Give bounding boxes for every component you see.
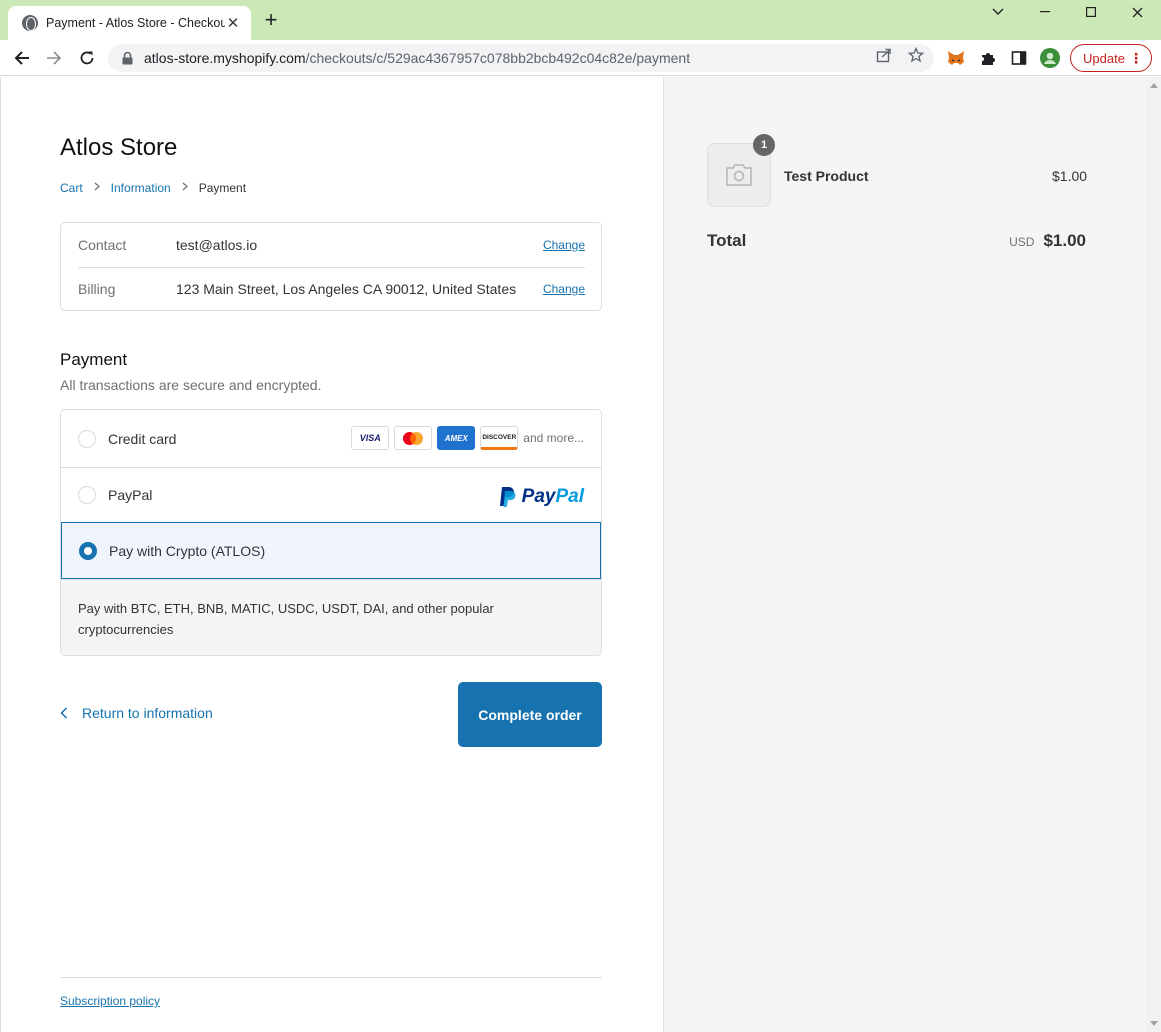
update-label: Update [1083, 50, 1125, 66]
breadcrumb: Cart Information Payment [60, 181, 246, 195]
paypal-p-icon [499, 487, 516, 507]
change-billing-link[interactable]: Change [543, 282, 585, 296]
chrome-update-button[interactable]: Update ⋮ [1070, 44, 1152, 72]
checkout-main: Atlos Store Cart Information Payment Con… [0, 77, 663, 1032]
chevron-left-icon [60, 707, 68, 719]
chevron-right-icon [94, 182, 100, 194]
url-path: /checkouts/c/529ac4367957c078bb2bcb492c0… [305, 50, 691, 66]
close-window-icon[interactable] [1114, 0, 1160, 24]
metamask-fox-icon[interactable] [946, 48, 966, 68]
breadcrumb-information[interactable]: Information [111, 181, 171, 195]
review-row-billing: Billing 123 Main Street, Los Angeles CA … [78, 267, 585, 311]
paypal-radio[interactable] [78, 486, 96, 504]
store-name[interactable]: Atlos Store [60, 134, 177, 162]
forward-arrow-icon[interactable] [40, 44, 68, 72]
page-scrollbar[interactable] [1146, 77, 1161, 1032]
billing-value: 123 Main Street, Los Angeles CA 90012, U… [176, 281, 517, 297]
globe-icon [22, 15, 38, 31]
breadcrumb-payment: Payment [198, 181, 247, 195]
payment-method-crypto[interactable]: Pay with Crypto (ATLOS) [61, 522, 601, 579]
reload-icon[interactable] [73, 44, 101, 72]
paypal-logo: Pay Pal [499, 486, 584, 508]
payment-heading: Payment [60, 350, 128, 369]
billing-label: Billing [78, 281, 116, 297]
url-text: atlos-store.myshopify.com/checkouts/c/52… [144, 50, 690, 66]
review-row-contact: Contact test@atlos.io Change [78, 223, 585, 267]
checkout-page: Atlos Store Cart Information Payment Con… [0, 77, 1161, 1032]
lock-icon[interactable] [120, 51, 134, 65]
minimize-icon[interactable] [1022, 0, 1068, 24]
scroll-up-arrow-icon[interactable] [1150, 83, 1158, 88]
tab-close-icon[interactable]: ✕ [225, 14, 241, 32]
mastercard-logo [394, 426, 433, 450]
chrome-menu-icon[interactable]: ⋮ [1129, 49, 1143, 67]
maximize-icon[interactable] [1068, 0, 1114, 24]
paypal-label: PayPal [108, 487, 153, 503]
contact-label: Contact [78, 237, 127, 253]
total-value: USD $1.00 [994, 231, 1086, 251]
and-more-text: and more... [523, 431, 584, 445]
discover-logo: DISCOVER [480, 426, 519, 450]
star-icon[interactable] [907, 46, 925, 64]
crypto-label: Pay with Crypto (ATLOS) [109, 542, 266, 559]
total-amount: $1.00 [1043, 231, 1086, 250]
footer-divider [60, 977, 602, 978]
visa-logo: VISA [351, 426, 390, 450]
return-to-information-link[interactable]: Return to information [60, 705, 213, 721]
change-contact-link[interactable]: Change [543, 238, 585, 252]
payment-method-credit-card[interactable]: Credit card VISA AMEX DISCOVER and more.… [61, 410, 601, 467]
back-arrow-icon[interactable] [8, 44, 36, 72]
tab-search-chevron-icon[interactable] [975, 0, 1021, 24]
credit-card-label: Credit card [108, 430, 177, 447]
paypal-wordmark-pal: Pal [555, 486, 584, 507]
paypal-wordmark-pay: Pay [521, 486, 556, 507]
amex-logo: AMEX [437, 426, 476, 450]
chevron-right-icon [182, 182, 188, 194]
breadcrumb-cart[interactable]: Cart [60, 181, 83, 195]
url-host: atlos-store.myshopify.com [144, 50, 306, 66]
puzzle-extension-icon[interactable] [978, 48, 998, 68]
address-bar[interactable]: atlos-store.myshopify.com/checkouts/c/52… [108, 44, 934, 72]
tab-title: Payment - Atlos Store - Checkout [46, 16, 225, 30]
share-icon[interactable] [875, 46, 893, 64]
new-tab-button[interactable]: + [259, 8, 283, 32]
product-price: $1.00 [1052, 168, 1088, 184]
card-brands: VISA AMEX DISCOVER and more... [346, 426, 584, 450]
browser-toolbar: atlos-store.myshopify.com/checkouts/c/52… [0, 40, 1161, 76]
return-link-label: Return to information [82, 705, 213, 721]
scroll-down-arrow-icon[interactable] [1150, 1021, 1158, 1026]
total-currency: USD [1009, 235, 1035, 249]
order-summary: 1 Test Product $1.00 Total USD $1.00 [663, 77, 1146, 1032]
browser-tab[interactable]: Payment - Atlos Store - Checkout ✕ [8, 6, 251, 40]
crypto-radio[interactable] [79, 541, 97, 560]
credit-card-radio[interactable] [78, 429, 96, 448]
payment-method-paypal[interactable]: PayPal Pay Pal [61, 467, 601, 522]
subscription-policy-link[interactable]: Subscription policy [60, 994, 160, 1008]
profile-avatar-icon[interactable] [1040, 48, 1060, 68]
browser-tab-strip: Payment - Atlos Store - Checkout ✕ + [0, 0, 1161, 40]
complete-order-button[interactable]: Complete order [458, 682, 602, 747]
payment-subheading: All transactions are secure and encrypte… [60, 377, 322, 393]
side-panel-icon[interactable] [1009, 48, 1029, 68]
quantity-badge: 1 [753, 134, 775, 156]
payment-methods: Credit card VISA AMEX DISCOVER and more.… [60, 409, 602, 656]
product-name: Test Product [784, 168, 869, 184]
contact-value: test@atlos.io [176, 237, 258, 253]
review-block: Contact test@atlos.io Change Billing 123… [60, 222, 602, 311]
crypto-description: Pay with BTC, ETH, BNB, MATIC, USDC, USD… [61, 579, 601, 655]
total-label: Total [707, 231, 747, 250]
camera-icon [726, 164, 752, 186]
